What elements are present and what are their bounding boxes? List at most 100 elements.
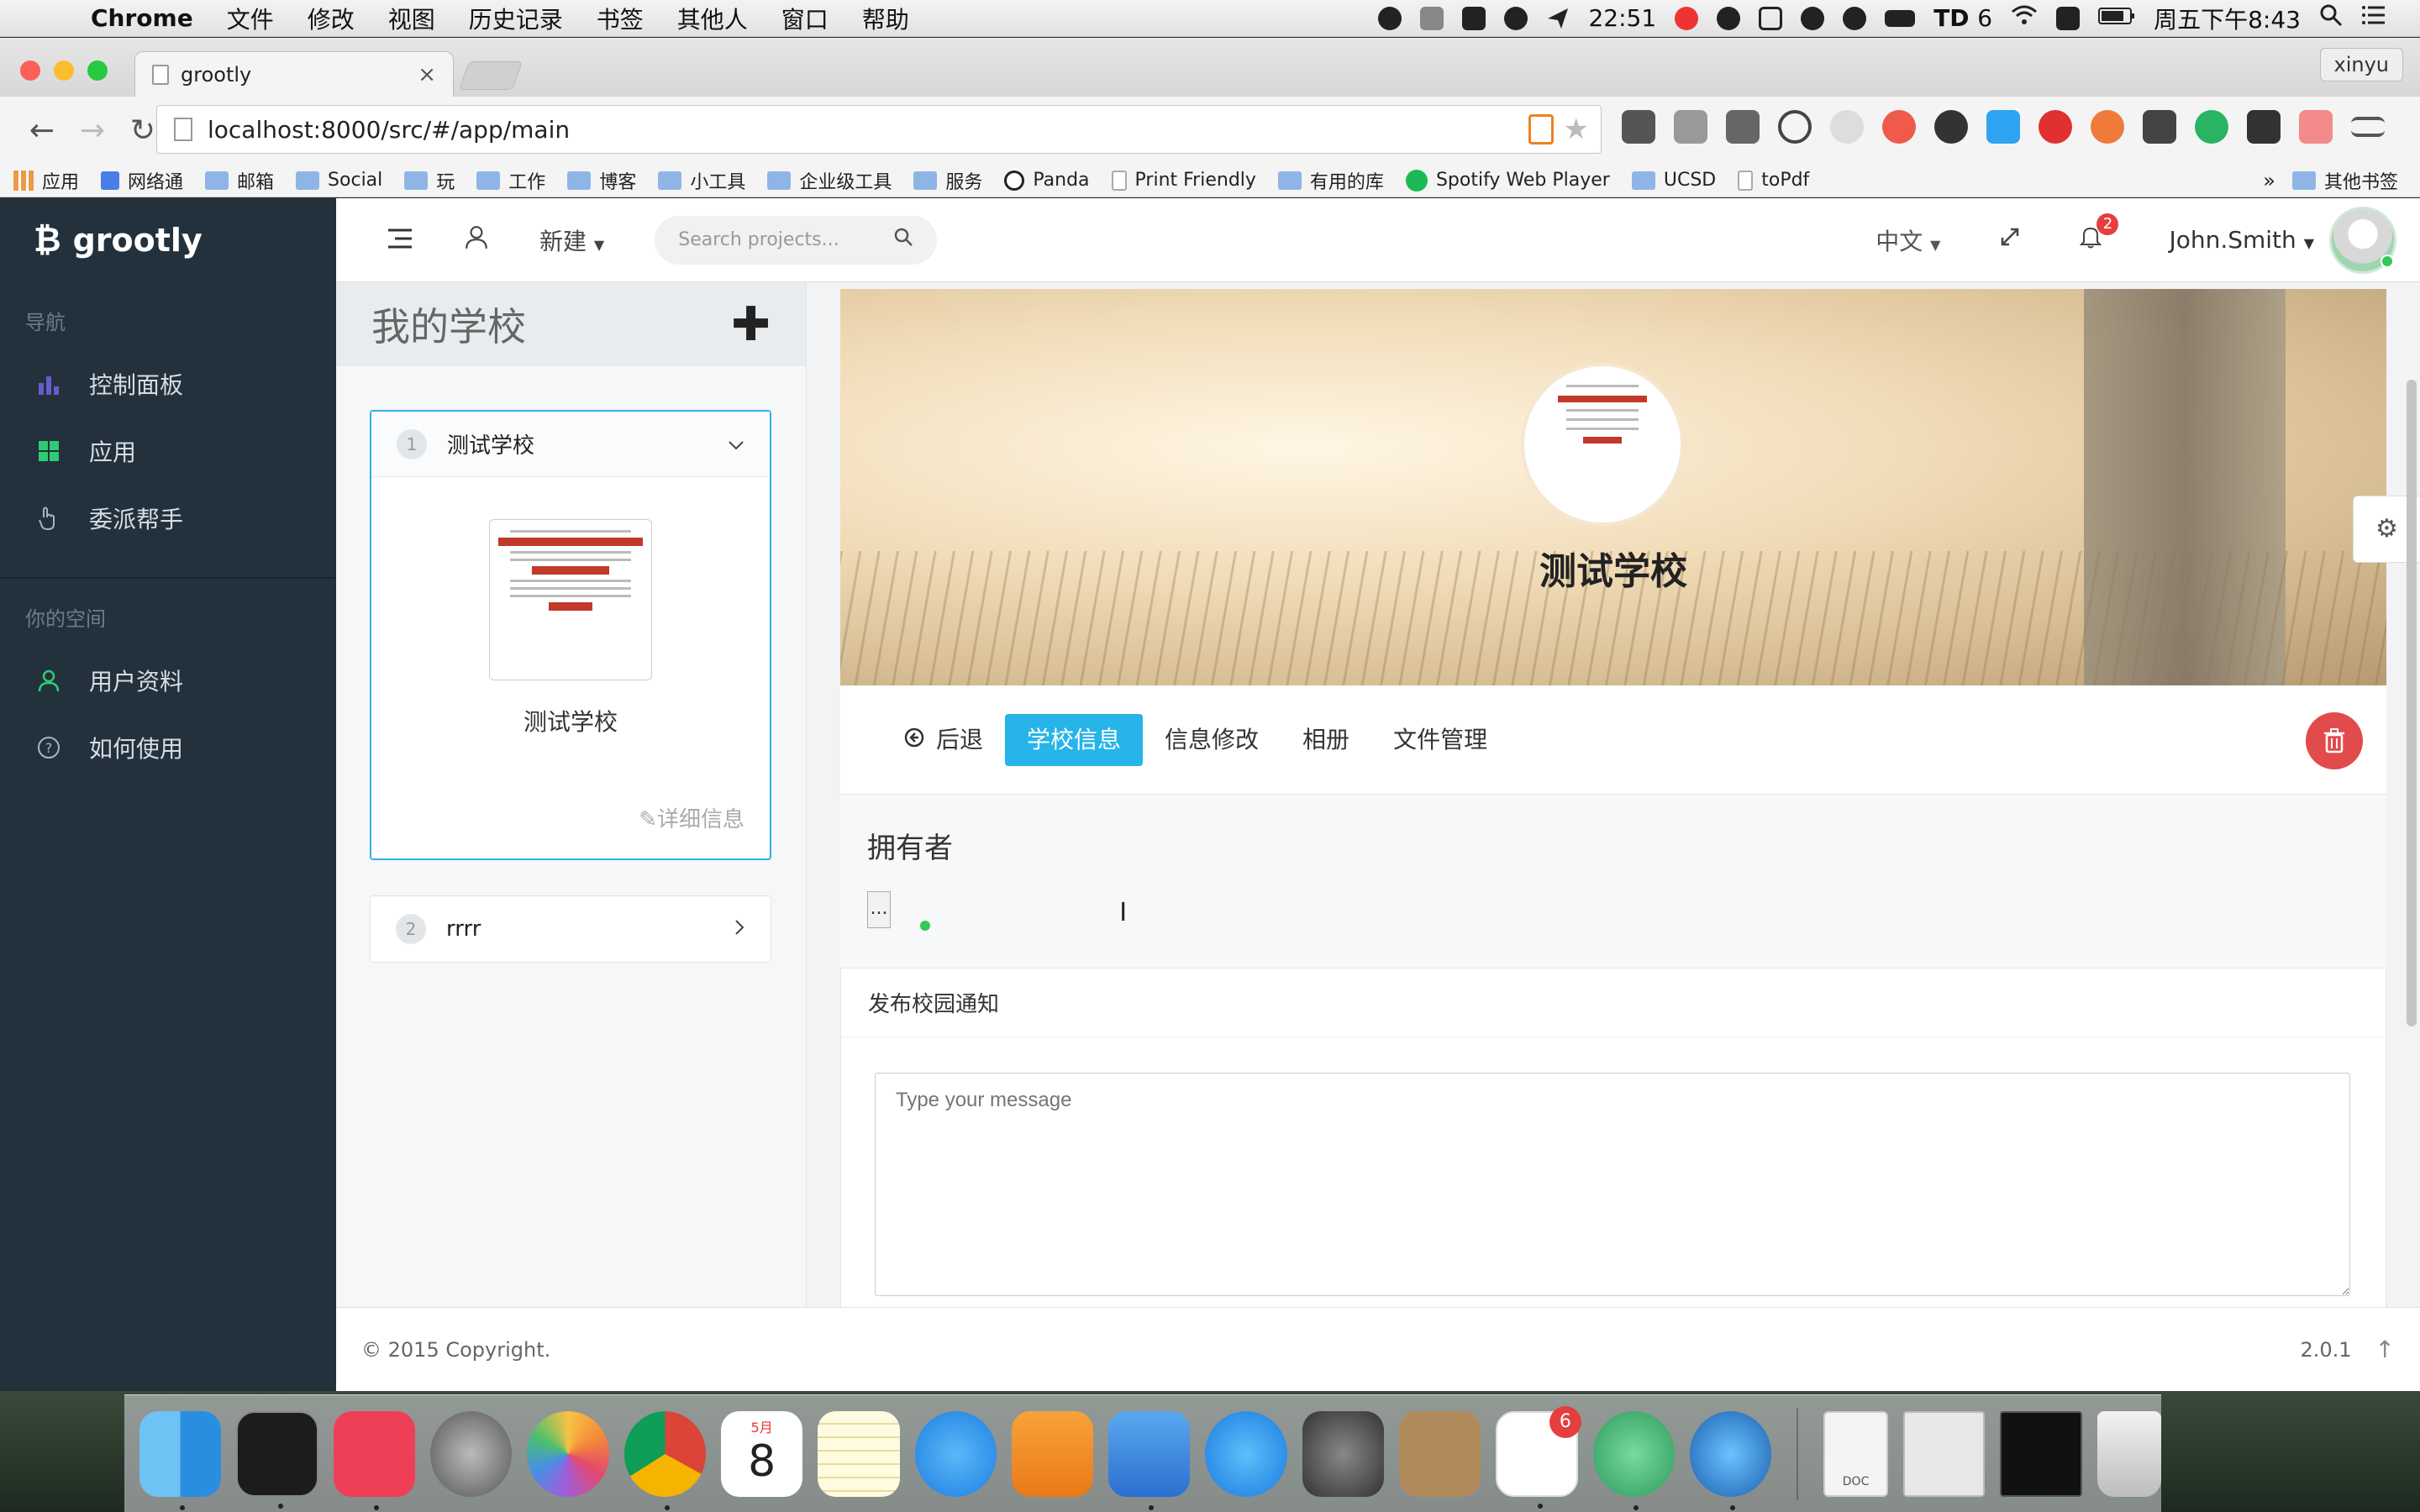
scroll-top-arrow-icon[interactable]: ↑ xyxy=(2375,1336,2395,1363)
lens-extension-icon[interactable] xyxy=(1934,110,1968,144)
owner-more-button[interactable]: ... xyxy=(867,891,891,928)
window-minimize-button[interactable] xyxy=(54,60,74,81)
url-text[interactable]: localhost:8000/src/#/app/main xyxy=(208,116,570,144)
add-school-plus-icon[interactable]: ✚ xyxy=(731,297,771,352)
tab-edit-info[interactable]: 信息修改 xyxy=(1143,714,1281,766)
bookmark-play[interactable]: 玩 xyxy=(404,167,455,194)
document-icon[interactable]: DOC xyxy=(1823,1410,1888,1497)
menubar-app-name[interactable]: Chrome xyxy=(91,4,193,32)
at-extension-icon[interactable] xyxy=(1778,110,1812,144)
notes-icon[interactable] xyxy=(818,1410,900,1497)
menu-edit[interactable]: 修改 xyxy=(308,2,355,35)
sidebar-item-dashboard[interactable]: 控制面板 xyxy=(0,350,336,417)
school-card-collapsed[interactable]: 2 rrrr xyxy=(370,895,771,963)
tab-file-management[interactable]: 文件管理 xyxy=(1371,714,1509,766)
app-store-icon[interactable] xyxy=(1205,1410,1287,1497)
address-bar[interactable]: localhost:8000/src/#/app/main ★ xyxy=(156,105,1602,154)
timer-icon[interactable] xyxy=(1675,6,1699,30)
messages-icon[interactable] xyxy=(914,1410,997,1497)
school-detail-link[interactable]: ✎详细信息 xyxy=(639,802,744,833)
avatar[interactable] xyxy=(2329,206,2396,274)
fullscreen-icon[interactable] xyxy=(1999,226,2021,254)
menubar-time[interactable]: 22:51 xyxy=(1588,4,1656,32)
photos-icon[interactable] xyxy=(527,1410,609,1497)
browser-tab[interactable]: grootly × xyxy=(134,51,454,97)
bookmark-panda[interactable]: Panda xyxy=(1004,170,1090,191)
new-dropdown[interactable]: 新建 ▼ xyxy=(539,223,604,257)
cloud-icon[interactable] xyxy=(1801,6,1825,30)
record-icon[interactable] xyxy=(1378,6,1402,30)
notice-message-input[interactable] xyxy=(875,1073,2350,1296)
bookmark-mail[interactable]: 邮箱 xyxy=(205,167,274,194)
bookmark-other[interactable]: 其他书签 xyxy=(2291,167,2398,194)
reload-icon[interactable]: ↻ xyxy=(126,113,160,148)
terminal-icon[interactable] xyxy=(236,1410,318,1509)
a-extension-icon[interactable] xyxy=(1674,110,1707,144)
search-input[interactable]: Search projects... xyxy=(655,215,938,265)
page-info-icon[interactable] xyxy=(174,118,192,141)
system-preferences-icon[interactable] xyxy=(1302,1410,1385,1497)
s-app-icon[interactable] xyxy=(2056,6,2081,30)
school-card-expanded[interactable]: 1 测试学校 测试学校 ✎详细信息 xyxy=(370,410,771,860)
todoist-icon[interactable]: 6 xyxy=(1496,1405,1581,1509)
window-close-button[interactable] xyxy=(20,60,40,81)
bookmark-libraries[interactable]: 有用的库 xyxy=(1277,167,1384,194)
adblock-extension-icon[interactable] xyxy=(2039,110,2072,144)
profile-button[interactable]: xinyu xyxy=(2319,48,2403,81)
school-avatar[interactable] xyxy=(1521,363,1684,526)
pen-icon[interactable] xyxy=(1420,6,1444,30)
menu-history[interactable]: 历史记录 xyxy=(469,2,563,35)
v-extension-icon[interactable] xyxy=(1986,110,2020,144)
user-menu[interactable]: John.Smith ▼ xyxy=(2169,226,2314,254)
window-icon[interactable] xyxy=(1759,6,1783,30)
hat-icon[interactable] xyxy=(1843,6,1867,30)
menu-bookmarks[interactable]: 书签 xyxy=(597,2,644,35)
bookmark-services[interactable]: 服务 xyxy=(913,167,982,194)
terminal-window-icon[interactable] xyxy=(2000,1410,2082,1497)
flower-extension-icon[interactable] xyxy=(1882,110,1916,144)
bookmark-social[interactable]: Social xyxy=(296,170,382,191)
trash-icon[interactable] xyxy=(2096,1410,2162,1497)
battery-icon[interactable] xyxy=(2098,4,2135,32)
rss-feed-icon[interactable] xyxy=(1528,114,1554,144)
pocket-extension-icon[interactable] xyxy=(1622,110,1655,144)
edit-extension-icon[interactable] xyxy=(2143,110,2176,144)
back-button[interactable]: 后退 xyxy=(882,714,1005,766)
sidebar-item-apps[interactable]: 应用 xyxy=(0,417,336,485)
chevron-right-icon[interactable] xyxy=(734,916,745,942)
chrome-menu-icon[interactable] xyxy=(2351,117,2385,137)
d-app-icon[interactable] xyxy=(1717,6,1741,30)
bookmark-print-friendly[interactable]: Print Friendly xyxy=(1111,170,1256,191)
spotlight-search-icon[interactable] xyxy=(2319,3,2343,33)
back-arrow-icon[interactable]: ← xyxy=(25,113,59,148)
screenshot-extension-icon[interactable] xyxy=(2247,110,2281,144)
contacts-icon[interactable] xyxy=(1399,1410,1481,1497)
atom-icon[interactable] xyxy=(1592,1410,1676,1510)
td-status[interactable]: TD 6 xyxy=(1933,4,1992,32)
language-dropdown[interactable]: 中文 ▼ xyxy=(1876,223,1940,257)
pages-icon[interactable] xyxy=(1011,1410,1094,1497)
d-extension-icon[interactable] xyxy=(2195,110,2228,144)
quicktime-icon[interactable] xyxy=(1690,1410,1772,1510)
chevron-down-icon[interactable] xyxy=(728,433,744,456)
school-card-header[interactable]: 1 测试学校 xyxy=(371,412,770,477)
notification-center-icon[interactable] xyxy=(2361,4,2386,32)
menu-help[interactable]: 帮助 xyxy=(862,2,909,35)
delete-school-button[interactable] xyxy=(2306,712,2363,769)
school-thumbnail[interactable] xyxy=(489,519,652,680)
search-icon[interactable] xyxy=(893,227,913,253)
pocket-icon[interactable] xyxy=(333,1410,416,1510)
circle-extension-icon[interactable] xyxy=(1830,110,1864,144)
bookmark-apps[interactable]: 应用 xyxy=(13,167,79,194)
sidebar-item-howto[interactable]: ? 如何使用 xyxy=(0,714,336,781)
menu-window[interactable]: 窗口 xyxy=(781,2,829,35)
bookmark-spotify[interactable]: Spotify Web Player xyxy=(1405,169,1610,192)
user-icon[interactable] xyxy=(464,224,489,256)
chrome-icon[interactable] xyxy=(623,1410,706,1510)
bookmark-blog[interactable]: 博客 xyxy=(567,167,636,194)
bookmark-ucsd[interactable]: UCSD xyxy=(1631,170,1716,191)
bookmark-topdf[interactable]: toPdf xyxy=(1738,170,1809,191)
downloads-stack-icon[interactable] xyxy=(1902,1410,1986,1497)
new-tab-button[interactable] xyxy=(458,61,523,90)
menu-view[interactable]: 视图 xyxy=(388,2,435,35)
